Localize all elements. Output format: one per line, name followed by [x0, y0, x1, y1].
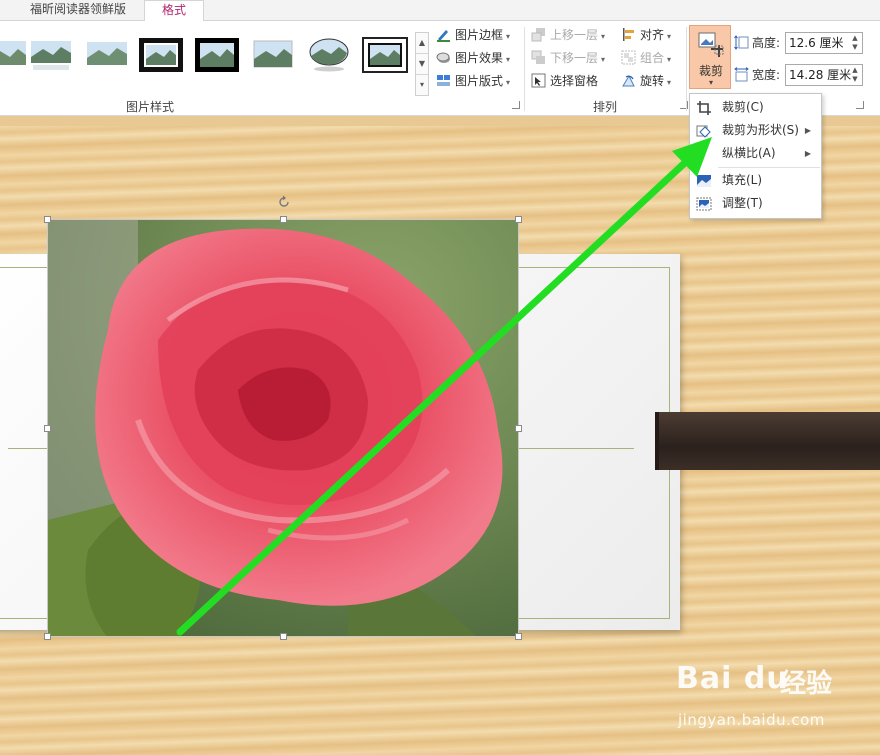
- resize-handle[interactable]: [280, 633, 287, 640]
- align-icon: [621, 27, 636, 42]
- width-field[interactable]: 14.28 厘米 ▲ ▼: [785, 64, 863, 86]
- chevron-down-icon: ▾: [667, 78, 672, 87]
- tab-foxit-reader[interactable]: 福昕阅读器领鲜版: [18, 0, 138, 21]
- picture-effects-button[interactable]: 图片效果 ▾: [436, 48, 510, 68]
- gallery-more-icon[interactable]: ▾: [416, 75, 428, 96]
- resize-handle[interactable]: [280, 216, 287, 223]
- arrange-group-label: 排列: [592, 100, 617, 114]
- selection-pane-button[interactable]: 选择窗格: [531, 71, 598, 91]
- chevron-down-icon: ▾: [667, 32, 672, 41]
- menu-item-fill[interactable]: 填充(L): [690, 169, 821, 192]
- resize-handle[interactable]: [44, 633, 51, 640]
- width-spinner[interactable]: ▲ ▼: [850, 66, 860, 84]
- style-thumbnail[interactable]: [194, 37, 240, 73]
- chevron-down-icon: ▾: [506, 78, 511, 87]
- gallery-up-icon[interactable]: ▲: [416, 33, 428, 54]
- crop-icon: [697, 31, 725, 59]
- chevron-down-icon: ▾: [601, 32, 606, 41]
- dark-banner-shape[interactable]: [655, 412, 880, 470]
- bring-forward-button[interactable]: 上移一层 ▾: [531, 25, 605, 45]
- chevron-down-icon: ▾: [506, 55, 511, 64]
- resize-handle[interactable]: [515, 633, 522, 640]
- style-thumbnail[interactable]: [362, 37, 408, 73]
- height-field[interactable]: 12.6 厘米 ▲ ▼: [785, 32, 863, 54]
- picture-border-button[interactable]: 图片边框 ▾: [436, 25, 510, 45]
- picture-style-gallery: ▲ ▼ ▾: [0, 29, 430, 96]
- effects-icon: [436, 50, 451, 65]
- crop-button[interactable]: 裁剪 ▾: [689, 25, 731, 89]
- chevron-down-icon: ▾: [601, 55, 606, 64]
- crop-label: 裁剪: [698, 64, 723, 78]
- rotate-icon: [621, 73, 636, 88]
- chevron-down-icon: ▾: [667, 55, 672, 64]
- selection-pane-icon: [531, 73, 546, 88]
- size-launcher[interactable]: [856, 101, 864, 109]
- send-backward-button[interactable]: 下移一层 ▾: [531, 48, 605, 68]
- align-button[interactable]: 对齐 ▾: [621, 25, 671, 45]
- picture-styles-launcher[interactable]: [512, 101, 520, 109]
- crop-icon: [696, 100, 712, 116]
- height-spinner[interactable]: ▲ ▼: [850, 34, 860, 52]
- pen-icon: [436, 27, 451, 42]
- style-thumbnail[interactable]: [138, 37, 184, 73]
- group-icon: [621, 50, 636, 65]
- chevron-down-icon: ▾: [506, 32, 511, 41]
- group-divider: [524, 27, 525, 111]
- picture-styles-group-label: 图片样式: [125, 100, 174, 114]
- menu-item-crop-to-shape[interactable]: 裁剪为形状(S) ▶: [690, 119, 821, 142]
- gallery-scroller[interactable]: ▲ ▼ ▾: [415, 32, 429, 96]
- style-thumbnail[interactable]: [306, 37, 352, 73]
- menu-separator: [718, 167, 820, 168]
- rose-image: [48, 220, 518, 636]
- height-label: 高度:: [752, 36, 781, 50]
- tab-format[interactable]: 格式: [144, 0, 204, 22]
- submenu-arrow-icon: ▶: [804, 126, 811, 135]
- fit-icon: [696, 196, 712, 212]
- style-thumbnail[interactable]: [0, 37, 30, 73]
- style-thumbnail[interactable]: [250, 37, 296, 73]
- bring-forward-icon: [531, 27, 546, 42]
- layout-icon: [436, 73, 451, 88]
- style-thumbnail[interactable]: [84, 37, 130, 73]
- group-divider: [686, 27, 687, 111]
- send-backward-icon: [531, 50, 546, 65]
- rotate-button[interactable]: 旋转 ▾: [621, 71, 671, 91]
- baidu-jingyan-watermark: Bai du 经验 jingyan.baidu.com: [676, 661, 833, 729]
- resize-handle[interactable]: [44, 216, 51, 223]
- menu-item-fit[interactable]: 调整(T): [690, 192, 821, 215]
- shape-crop-icon: [696, 123, 712, 139]
- resize-handle[interactable]: [515, 216, 522, 223]
- rotate-handle-icon[interactable]: [277, 195, 291, 209]
- menu-item-crop[interactable]: 裁剪(C): [690, 96, 821, 119]
- picture-layout-button[interactable]: 图片版式 ▾: [436, 71, 510, 91]
- style-thumbnail[interactable]: [28, 37, 74, 73]
- crop-dropdown-menu: 裁剪(C) 裁剪为形状(S) ▶ 纵横比(A) ▶ 填充(L) 调整(T): [689, 93, 822, 219]
- gallery-down-icon[interactable]: ▼: [416, 54, 428, 75]
- menu-item-aspect-ratio[interactable]: 纵横比(A) ▶: [690, 142, 821, 165]
- submenu-arrow-icon: ▶: [804, 149, 811, 158]
- fill-icon: [696, 173, 712, 189]
- rose-photo[interactable]: [47, 219, 519, 637]
- group-objects-button[interactable]: 组合 ▾: [621, 48, 671, 68]
- app-window: 福昕阅读器领鲜版 格式 ▲ ▼ ▾ 图片样式 图片边框 ▾ 图片效果 ▾ 图片版…: [0, 0, 880, 755]
- width-icon: [734, 67, 749, 82]
- resize-handle[interactable]: [515, 425, 522, 432]
- width-label: 宽度:: [752, 68, 781, 82]
- ribbon-tab-bar: 福昕阅读器领鲜版 格式: [0, 0, 880, 22]
- chevron-down-icon: ▾: [708, 78, 713, 87]
- height-icon: [734, 35, 749, 50]
- resize-handle[interactable]: [44, 425, 51, 432]
